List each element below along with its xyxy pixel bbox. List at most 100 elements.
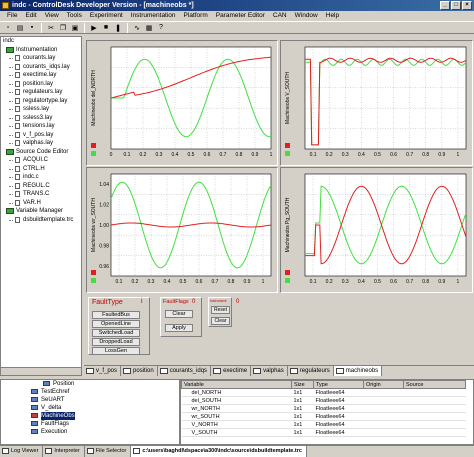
tree-item-instrumentation[interactable]: courants.lay xyxy=(1,54,81,63)
table-row[interactable]: wr_SOUTH 1x1 FloatIeee64 xyxy=(181,412,466,421)
menu-parameter-editor[interactable]: Parameter Editor xyxy=(212,11,269,21)
legend-red-square[interactable] xyxy=(285,270,290,275)
tree-item-instrumentation[interactable]: v_f_pos.lay xyxy=(1,131,81,140)
column-header-variable[interactable]: Variable xyxy=(181,380,292,389)
stop-icon[interactable]: ■ xyxy=(101,23,111,33)
column-header-source[interactable]: Source xyxy=(403,380,466,389)
pause-icon[interactable]: ❚ xyxy=(113,23,123,33)
tree-instrumentation-folder[interactable]: Instrumentation xyxy=(1,46,81,55)
menu-platform[interactable]: Platform xyxy=(180,11,212,21)
tab-trc-file[interactable]: c:\users\baghdl\dspace\a300\indc\source\… xyxy=(131,446,307,457)
column-header-type[interactable]: Type xyxy=(313,380,364,389)
menu-can[interactable]: CAN xyxy=(269,11,291,21)
plot-wr-south[interactable]: 0.1 0.2 0.3 0.4 0.5 0.6 0.7 0.8 0.9 1 1.04 1.02 1.00… xyxy=(86,167,278,293)
tree-item-instrumentation[interactable]: ssless.lay xyxy=(1,105,81,114)
legend-red-square[interactable] xyxy=(285,143,290,148)
model-tree-item[interactable]: TestEchref xyxy=(1,388,179,396)
tree-item-instrumentation[interactable]: tensions.lay xyxy=(1,122,81,131)
save-icon[interactable]: ▪ xyxy=(27,23,37,33)
tree-variable-manager-folder[interactable]: Variable Manager xyxy=(1,207,81,216)
table-row[interactable]: del_NORTH 1x1 FloatIeee64 xyxy=(181,388,466,397)
tree-item-instrumentation[interactable]: regulatortype.lay xyxy=(1,97,81,106)
x-tick-label: 1 xyxy=(262,279,265,285)
fault-faultedbus-button[interactable]: FaultedBus xyxy=(92,311,140,319)
tree-item-instrumentation[interactable]: ssless3.lay xyxy=(1,114,81,123)
instrument-reset-button[interactable]: Reset xyxy=(211,306,230,314)
menu-window[interactable]: Window xyxy=(291,11,322,21)
legend-red-square[interactable] xyxy=(91,270,96,275)
table-row[interactable]: V_NORTH 1x1 FloatIeee64 xyxy=(181,420,466,429)
column-header-origin[interactable]: Origin xyxy=(363,380,404,389)
tree-item-variable[interactable]: dsbuildtemplate.trc xyxy=(1,216,81,225)
play-icon[interactable]: ▶ xyxy=(89,23,99,33)
tree-item-source[interactable]: REGUL.C xyxy=(1,182,81,191)
tree-source-editor-folder[interactable]: Source Code Editor xyxy=(1,148,81,157)
help-icon[interactable]: ? xyxy=(156,23,166,33)
plot-pg-south[interactable]: 0.1 0.2 0.3 0.4 0.5 0.6 0.7 0.8 0.9 1 Machineobs P… xyxy=(280,167,473,293)
maximize-button[interactable]: □ xyxy=(451,1,461,10)
tab-log-viewer[interactable]: Log Viewer xyxy=(0,446,44,457)
tab-v-f-pos[interactable]: v_f_pos xyxy=(84,366,122,376)
tab-courants-idqs[interactable]: courants_idqs xyxy=(157,366,212,376)
tree-item-source[interactable]: ACQUI.C xyxy=(1,156,81,165)
table-row[interactable]: del_SOUTH 1x1 FloatIeee64 xyxy=(181,396,466,405)
new-file-icon[interactable]: ▫ xyxy=(3,23,13,33)
tree-item-source[interactable]: VAR.H xyxy=(1,199,81,208)
model-tree-item[interactable]: V_delta xyxy=(1,404,179,412)
paste-icon[interactable]: ▣ xyxy=(70,23,80,33)
menu-file[interactable]: File xyxy=(3,11,21,21)
instrument-clear-button[interactable]: Clear xyxy=(211,317,230,325)
tree-item-instrumentation[interactable]: valphas.lay xyxy=(1,139,81,148)
legend-red-square[interactable] xyxy=(91,143,96,148)
tab-position[interactable]: position xyxy=(121,366,158,376)
cut-icon[interactable]: ✂ xyxy=(46,23,56,33)
plot-del-north[interactable]: 0 0.1 0.2 0.3 0.4 0.5 0.6 0.7 0.8 0.9 1 Machineobs … xyxy=(86,40,278,166)
tab-interpreter[interactable]: Interpreter xyxy=(43,446,85,457)
table-row[interactable]: V_SOUTH 1x1 FloatIeee64 xyxy=(181,428,466,437)
tree-item-source[interactable]: CTRL.H xyxy=(1,165,81,174)
menu-tools[interactable]: Tools xyxy=(63,11,86,21)
copy-icon[interactable]: ❐ xyxy=(58,23,68,33)
legend-green-square[interactable] xyxy=(91,151,96,156)
tree-item-instrumentation[interactable]: regulateurs.lay xyxy=(1,88,81,97)
tree-item-instrumentation[interactable]: position.lay xyxy=(1,80,81,89)
column-header-size[interactable]: Size xyxy=(291,380,314,389)
tree-item-instrumentation[interactable]: exectime.lay xyxy=(1,71,81,80)
fault-droppedload-button[interactable]: DroppedLoad xyxy=(92,338,140,346)
model-tree-item[interactable]: FaultFlags xyxy=(1,420,179,428)
tree-item-source[interactable]: TRANS.C xyxy=(1,190,81,199)
fault-switchedload-button[interactable]: SwitchedLoad xyxy=(92,329,140,337)
fault-openedline-button[interactable]: OpenedLine xyxy=(92,320,140,328)
fault-lossgen-button[interactable]: LossGen xyxy=(92,347,140,355)
faultflags-clear-button[interactable]: Clear xyxy=(165,310,193,318)
model-tree-item[interactable]: Execution xyxy=(1,428,179,436)
plot-icon[interactable]: ∿ xyxy=(132,23,142,33)
menu-edit[interactable]: Edit xyxy=(21,11,40,21)
display-icon[interactable]: ▦ xyxy=(144,23,154,33)
model-tree-item[interactable]: SeUART xyxy=(1,396,179,404)
minimize-button[interactable]: _ xyxy=(440,1,450,10)
tab-file-selector[interactable]: File Selector xyxy=(85,446,132,457)
horizontal-scrollbar[interactable] xyxy=(1,367,81,375)
tree-root-indc[interactable]: indc xyxy=(1,37,81,46)
legend-green-square[interactable] xyxy=(285,278,290,283)
open-folder-icon[interactable]: ▤ xyxy=(15,23,25,33)
legend-green-square[interactable] xyxy=(285,151,290,156)
model-tree-item[interactable]: MachineObs xyxy=(1,412,179,420)
model-tree-item[interactable]: Position xyxy=(1,380,179,388)
faultflags-apply-button[interactable]: Apply xyxy=(165,324,193,332)
close-button[interactable]: × xyxy=(462,1,472,10)
menu-view[interactable]: View xyxy=(41,11,63,21)
tab-regulateurs[interactable]: regulateurs xyxy=(287,366,334,376)
menu-experiment[interactable]: Experiment xyxy=(86,11,127,21)
menu-instrumentation[interactable]: Instrumentation xyxy=(127,11,180,21)
tab-machineobs[interactable]: machineobs xyxy=(333,366,383,376)
plot-v-south[interactable]: 0.1 0.2 0.3 0.4 0.5 0.6 0.7 0.8 0.9 1 Machineobs V… xyxy=(280,40,473,166)
table-row[interactable]: wr_NORTH 1x1 FloatIeee64 xyxy=(181,404,466,413)
tree-item-instrumentation[interactable]: courants_idqs.lay xyxy=(1,63,81,72)
tree-item-source[interactable]: indc.c xyxy=(1,173,81,182)
legend-green-square[interactable] xyxy=(91,278,96,283)
tab-valphas[interactable]: valphas xyxy=(251,366,288,376)
menu-help[interactable]: Help xyxy=(322,11,343,21)
tab-exectime[interactable]: exectime xyxy=(211,366,252,376)
